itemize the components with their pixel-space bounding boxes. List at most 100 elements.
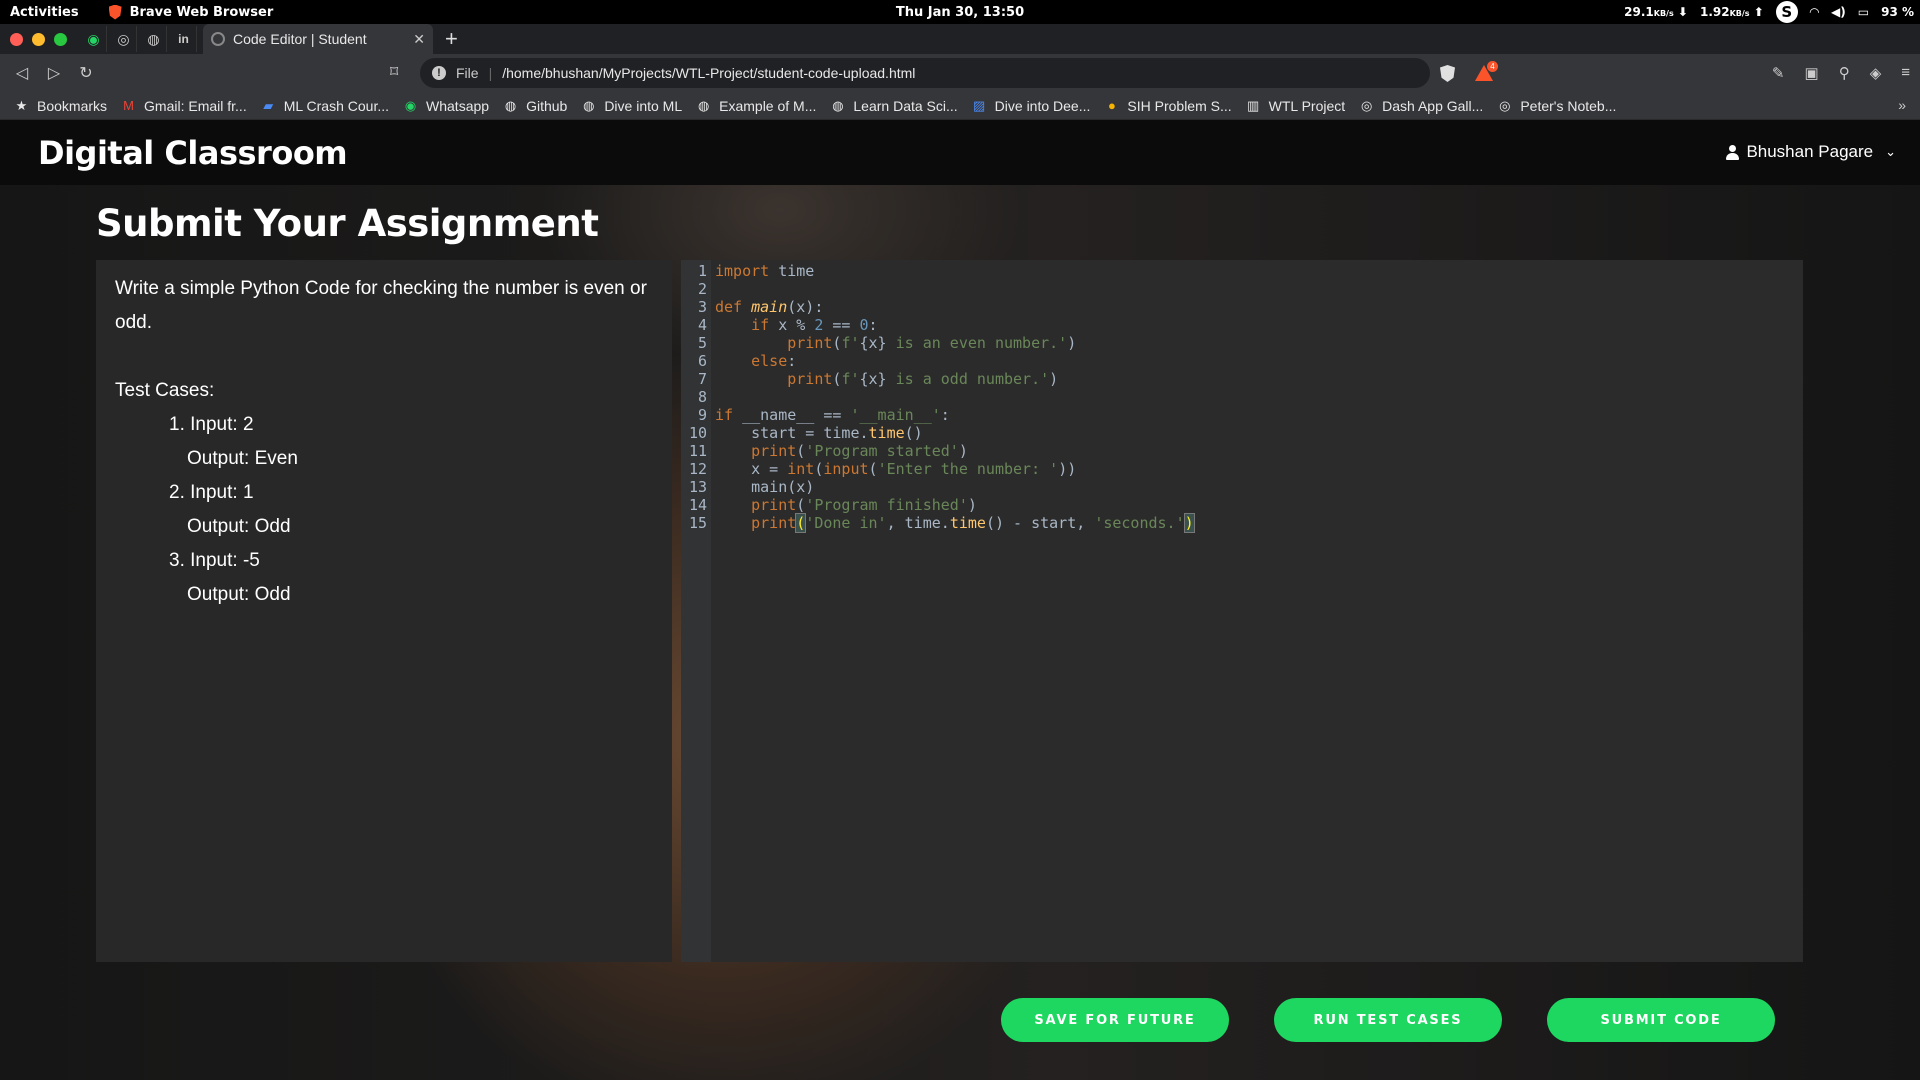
maximize-window-icon[interactable] [54,32,67,46]
app-menu[interactable]: Brave Web Browser [108,4,273,20]
run-tests-button[interactable]: RUN TEST CASES [1274,998,1502,1042]
line-number: 7 [697,370,707,388]
back-icon[interactable]: ◁ [6,63,38,83]
activities-button[interactable]: Activities [10,5,79,20]
github-icon: ◍ [583,97,595,113]
globe-icon: ◎ [1499,97,1511,113]
bookmark-item[interactable]: ▥ WTL Project [1246,98,1345,114]
book-icon: ▨ [973,97,986,113]
translate-icon[interactable]: ▣ [1805,64,1819,82]
bookmark-item[interactable]: ▰ ML Crash Cour... [261,98,389,114]
bookmark-item[interactable]: ◍ Github [503,98,567,114]
wifi-icon: ◠ [1809,5,1820,19]
line-number: 14 [688,496,707,514]
question-text: Write a simple Python Code for checking … [115,278,647,333]
url-scheme: File [456,65,479,81]
app-navbar: Digital Classroom Bhushan Pagare ⌄ [0,120,1920,185]
address-bar[interactable]: ! File | /home/bhushan/MyProjects/WTL-Pr… [420,58,1430,88]
code-editor[interactable]: 1 2 3 4 5 6 7 8 9 10 11 12 13 14 15 impo… [681,260,1803,962]
download-rate: 29.1KB/s ⬇ [1624,5,1688,19]
upload-rate: 1.92KB/s ⬆ [1699,5,1764,19]
bookmark-item[interactable]: ◍ Dive into ML [581,98,682,114]
clock[interactable]: Thu Jan 30, 13:50 [896,5,1024,20]
code-line: print(f'{x} is an even number.') [787,334,1077,352]
minimize-window-icon[interactable] [32,32,45,46]
tab-title: Code Editor | Student [233,31,367,47]
tab-active[interactable]: Code Editor | Student ✕ [203,24,433,54]
line-number: 4 [697,316,707,334]
bulb-icon: ● [1107,98,1116,113]
code-line: print('Done in', time.time() - start, 's… [751,513,1195,533]
line-number: 6 [697,352,707,370]
test-case-output: Output: Odd [187,516,291,537]
github-icon: ◍ [697,97,710,113]
page-title: Submit Your Assignment [96,202,599,245]
bookmark-item[interactable]: ◎ Dash App Gall... [1359,98,1483,114]
bookmark-item[interactable]: ◎ Peter's Noteb... [1497,98,1616,114]
line-number: 10 [688,424,707,442]
tab-strip: ◉ ◎ ◍ in Code Editor | Student ✕ + [0,24,1920,54]
line-number: 15 [688,514,707,532]
line-number: 13 [688,478,707,496]
bookmark-item[interactable]: ◍ Example of M... [696,98,816,114]
extension-puzzle-icon[interactable]: ◈ [1870,64,1882,82]
line-number: 1 [697,262,707,280]
bookmark-item[interactable]: ◍ Learn Data Sci... [830,98,957,114]
code-line: else: [751,352,797,370]
bookmark-item[interactable]: ▨ Dive into Dee... [972,97,1090,114]
test-cases-list: 1. Input: 2 Output: Even 2. Input: 1 Out… [115,408,654,612]
close-tab-icon[interactable]: ✕ [413,31,425,48]
github-icon: ◍ [832,97,844,113]
test-cases-label: Test Cases: [115,380,215,401]
bookmark-item[interactable]: ● SIH Problem S... [1104,98,1232,114]
battery-icon: ▭ [1857,5,1870,19]
user-icon [1726,144,1740,160]
brave-shield-icon[interactable] [1440,65,1455,82]
close-window-icon[interactable] [10,32,23,46]
url-separator: | [488,65,493,81]
code-line: if x % 2 == 0: [751,316,878,334]
ml-icon: ▰ [263,97,274,113]
test-case-input: 2. Input: 1 [169,482,254,503]
info-icon[interactable]: ! [432,66,446,80]
code-content[interactable]: import time def main(x): if x % 2 == 0: … [715,262,1195,533]
brave-icon [108,4,122,20]
chevron-down-icon: ⌄ [1885,144,1896,159]
extension-icon[interactable]: ✎ [1772,64,1785,82]
github-icon[interactable]: ◍ [141,26,167,52]
globe-icon[interactable]: ◎ [111,26,137,52]
bookmark-item[interactable]: M Gmail: Email fr... [121,98,247,114]
brand-logo[interactable]: Digital Classroom [38,134,348,172]
gmail-icon: M [123,98,134,113]
skype-icon[interactable]: S [1775,1,1798,23]
new-tab-icon[interactable]: + [445,26,458,52]
rewards-badge: 4 [1487,61,1498,72]
bookmark-item[interactable]: ◉ Whatsapp [403,98,489,114]
linkedin-icon[interactable]: in [171,26,197,52]
bookmark-item[interactable]: ★ Bookmarks [14,98,107,114]
action-buttons: SAVE FOR FUTURE RUN TEST CASES SUBMIT CO… [1001,998,1775,1042]
line-number-gutter: 1 2 3 4 5 6 7 8 9 10 11 12 13 14 15 [681,260,711,962]
pinned-tabs: ◉ ◎ ◍ in [81,26,197,52]
forward-icon[interactable]: ▷ [38,63,70,83]
user-menu[interactable]: Bhushan Pagare ⌄ [1726,142,1896,162]
page-viewport: Digital Classroom Bhushan Pagare ⌄ Submi… [0,120,1920,1080]
extension-icons: ✎ ▣ ⚲ ◈ ≡ [1772,64,1910,82]
save-button[interactable]: SAVE FOR FUTURE [1001,998,1229,1042]
bookmarks-bar: ★ Bookmarks M Gmail: Email fr... ▰ ML Crash… [0,92,1920,120]
whatsapp-icon: ◉ [404,97,417,113]
reload-icon[interactable]: ↻ [70,63,102,83]
location-pin-icon[interactable]: ⚲ [1839,64,1850,82]
more-bookmarks-icon[interactable]: » [1898,97,1906,113]
system-tray[interactable]: 29.1KB/s ⬇ 1.92KB/s ⬆ S ◠ ◀) ▭ 93 % [1624,0,1914,24]
line-number: 8 [697,388,707,406]
menu-icon[interactable]: ≡ [1901,64,1910,82]
submit-button[interactable]: SUBMIT CODE [1547,998,1775,1042]
code-line: def main(x): [715,298,824,316]
whatsapp-icon[interactable]: ◉ [81,26,107,52]
os-top-bar: Activities Brave Web Browser Thu Jan 30,… [0,0,1920,24]
bookmark-page-icon[interactable]: ⌑ [390,62,398,82]
user-name: Bhushan Pagare [1746,142,1874,161]
test-case-input: 3. Input: -5 [169,550,260,571]
